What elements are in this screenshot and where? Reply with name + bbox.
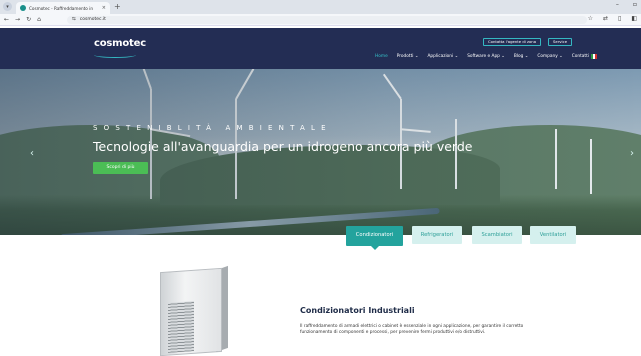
minimize-icon[interactable]: –: [616, 1, 619, 8]
main-nav: Home Prodotti ⌄ Applicazioni ⌄ Software …: [375, 54, 589, 59]
hero-eyebrow: SOSTENIBLITÀ AMBIENTALE: [93, 124, 332, 132]
address-bar[interactable]: ⇆ cosmotec.it: [67, 16, 587, 24]
favicon-icon: [20, 5, 26, 11]
nav-prodotti[interactable]: Prodotti ⌄: [397, 54, 419, 59]
reload-icon[interactable]: ↻: [26, 16, 31, 23]
hero-title: Tecnologie all'avanguardia per un idroge…: [93, 139, 473, 154]
translate-icon[interactable]: ⇄: [603, 15, 608, 22]
product-image: [150, 262, 230, 356]
browser-toolbar: ← → ↻ ⌂ ⇆ cosmotec.it ☆ ⇄ ▯ ◧: [0, 14, 641, 26]
section-description: Il raffreddamento di armadi elettrici o …: [300, 324, 524, 336]
tab-ventilatori[interactable]: Ventilatori: [530, 226, 576, 244]
tab-condizionatori[interactable]: Condizionatori: [346, 226, 403, 250]
tab-scambiatori[interactable]: Scambiatori: [472, 226, 522, 244]
tab-refrigeratori[interactable]: Refrigeratori: [412, 226, 462, 244]
site-info-icon[interactable]: ⇆: [72, 16, 76, 24]
forward-icon[interactable]: →: [15, 16, 20, 23]
site-header: cosmotec Contatta l'agente di zona Servi…: [0, 28, 641, 69]
nav-contatti[interactable]: Contatti: [572, 54, 589, 59]
contact-agent-button[interactable]: Contatta l'agente di zona: [483, 38, 542, 46]
extension-icon[interactable]: ◧: [631, 15, 637, 22]
bookmark-star-icon[interactable]: ☆: [588, 15, 593, 22]
home-icon[interactable]: ⌂: [37, 16, 41, 23]
slider-next-icon[interactable]: ›: [630, 148, 634, 159]
browser-actions: ☆ ⇄ ▯ ◧: [588, 15, 637, 22]
site-logo[interactable]: cosmotec: [94, 38, 146, 49]
browser-tab-strip: ▾ Cosmotec - Raffreddamento in × + – ▫: [0, 0, 641, 14]
browser-menu-icon[interactable]: ▾: [3, 2, 12, 11]
sidebar-icon[interactable]: ▯: [618, 15, 621, 22]
back-icon[interactable]: ←: [4, 16, 9, 23]
slider-prev-icon[interactable]: ‹: [30, 148, 34, 159]
nav-home[interactable]: Home: [375, 54, 388, 59]
nav-software[interactable]: Software e App ⌄: [467, 54, 505, 59]
product-image-grille: [168, 301, 194, 353]
maximize-icon[interactable]: ▫: [633, 1, 637, 8]
nav-blog[interactable]: Blog ⌄: [514, 54, 528, 59]
browser-tab-title: Cosmotec - Raffreddamento in: [29, 5, 94, 11]
new-tab-button[interactable]: +: [114, 2, 121, 12]
window-controls: – ▫: [616, 1, 637, 8]
nav-applicazioni[interactable]: Applicazioni ⌄: [427, 54, 458, 59]
browser-tab[interactable]: Cosmotec - Raffreddamento in ×: [16, 2, 110, 14]
service-button[interactable]: Service: [548, 38, 573, 46]
logo-swoosh-icon: [94, 52, 136, 58]
section-title: Condizionatori Industriali: [300, 306, 415, 315]
nav-company[interactable]: Company ⌄: [537, 54, 562, 59]
tab-close-icon[interactable]: ×: [102, 5, 106, 11]
address-text: cosmotec.it: [79, 17, 106, 22]
hero-cta-button[interactable]: Scopri di più: [93, 162, 148, 174]
product-tabs: Condizionatori Refrigeratori Scambiatori…: [0, 226, 641, 250]
italy-flag-icon[interactable]: [591, 54, 597, 59]
